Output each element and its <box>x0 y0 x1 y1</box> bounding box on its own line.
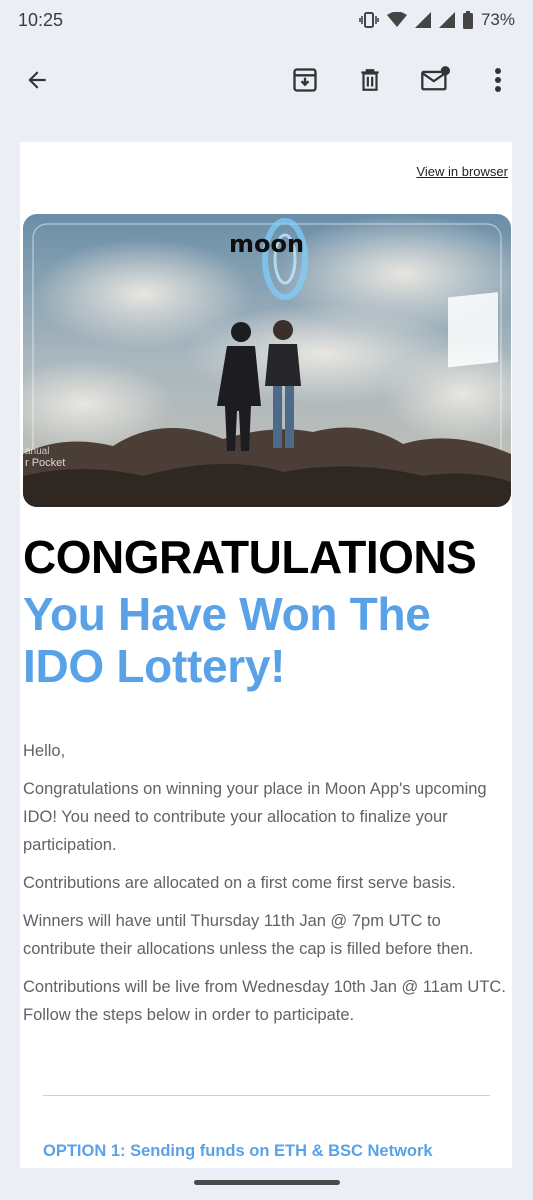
divider <box>43 1095 490 1096</box>
battery-icon <box>462 11 473 29</box>
vibrate-icon <box>359 11 379 29</box>
subheadline: You Have Won The IDO Lottery! <box>23 588 431 692</box>
view-in-browser-link[interactable]: View in browser <box>416 164 508 179</box>
status-time: 10:25 <box>18 9 64 30</box>
back-arrow-icon[interactable] <box>17 60 57 100</box>
greeting: Hello, <box>23 742 66 760</box>
hero-side-text: r Pocket <box>25 457 65 469</box>
email-toolbar <box>0 40 533 122</box>
headline: CONGRATULATIONS <box>23 531 477 583</box>
home-indicator[interactable] <box>194 1180 340 1185</box>
status-bar: 10:25 73% <box>0 0 533 40</box>
mark-unread-icon[interactable] <box>415 60 455 100</box>
archive-icon[interactable] <box>285 60 325 100</box>
moon-logo: moon <box>229 230 304 258</box>
signal-icon <box>438 12 455 28</box>
email-body-text: Hello, Congratulations on winning your p… <box>23 737 509 1039</box>
more-vert-icon[interactable] <box>478 60 518 100</box>
hero-side-text: anual <box>25 446 49 457</box>
paragraph: Contributions are allocated on a first c… <box>23 874 456 892</box>
status-icons: 73% <box>359 10 515 30</box>
hero-image: moon r Pocket anual <box>23 214 511 507</box>
battery-percent: 73% <box>480 10 515 29</box>
delete-icon[interactable] <box>350 60 390 100</box>
wifi-icon <box>386 12 407 28</box>
paragraph: Contributions will be live from Wednesda… <box>23 978 506 1024</box>
paragraph: Congratulations on winning your place in… <box>23 780 487 854</box>
option-1-heading: OPTION 1: Sending funds on ETH & BSC Net… <box>43 1142 433 1160</box>
email-body: View in browser moon r Pocket anual CONG… <box>20 142 512 1168</box>
paragraph: Winners will have until Thursday 11th Ja… <box>23 912 474 958</box>
signal-icon <box>414 12 431 28</box>
